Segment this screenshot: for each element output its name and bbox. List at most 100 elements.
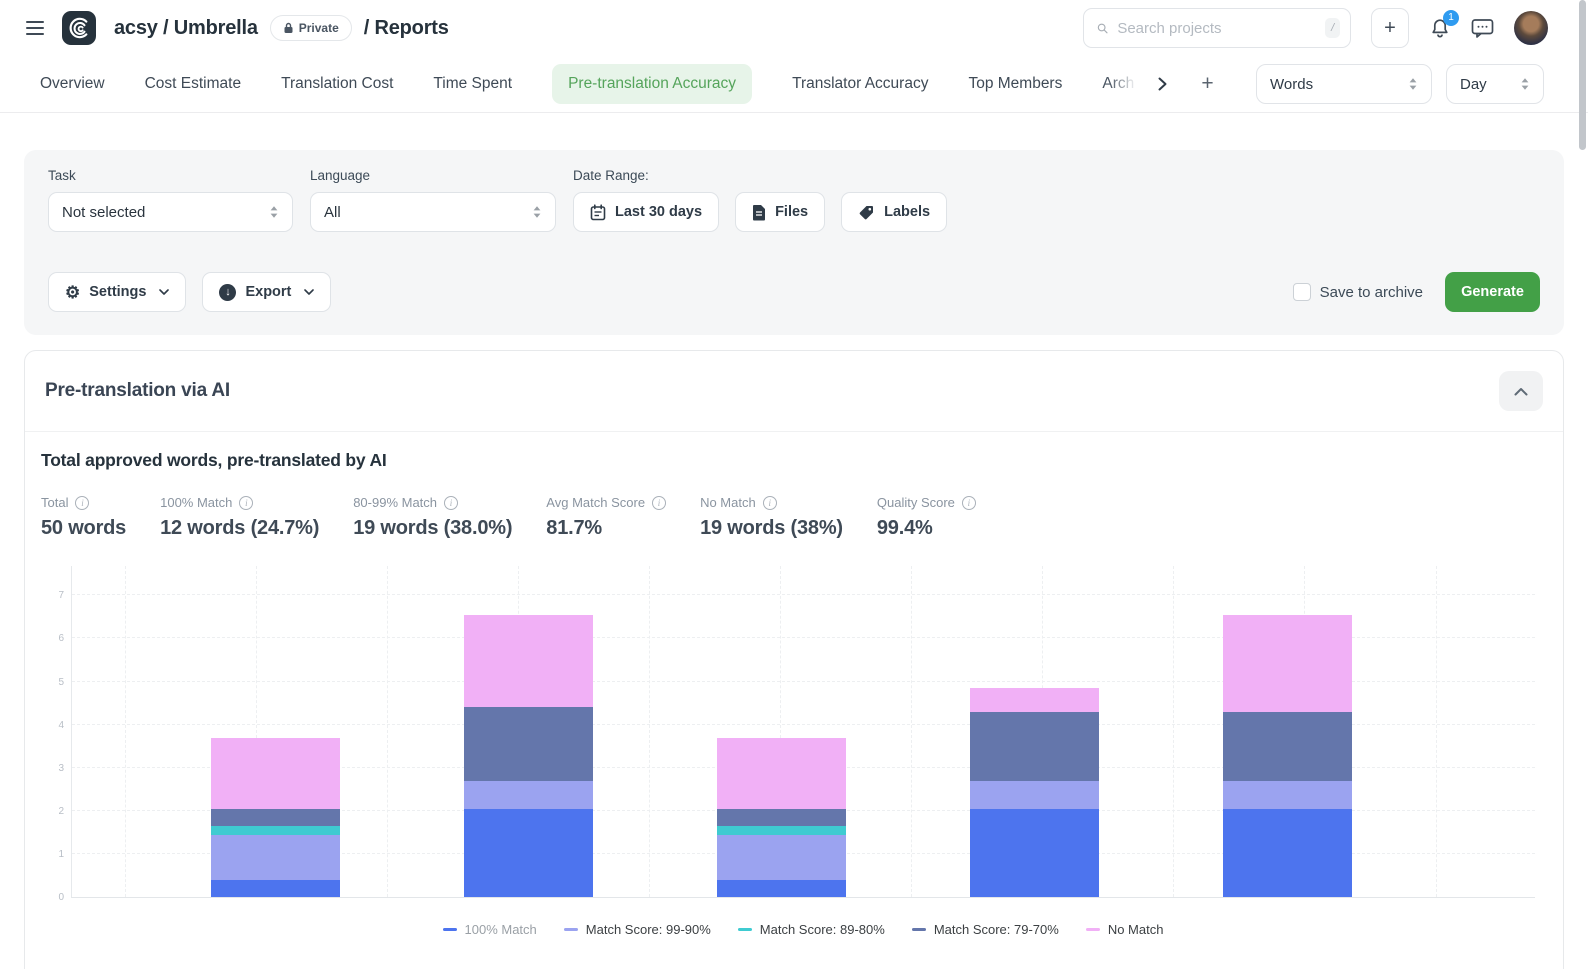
user-avatar[interactable] (1514, 11, 1548, 45)
labels-filter-label: Labels (884, 204, 930, 220)
tab-top-members[interactable]: Top Members (968, 75, 1062, 93)
bar-segment (717, 738, 846, 809)
language-select[interactable]: All (310, 192, 556, 232)
bar-segment (970, 781, 1099, 809)
period-select[interactable]: Day (1446, 64, 1544, 104)
add-report-tab-button[interactable]: + (1201, 72, 1213, 96)
gridline-horizontal (72, 594, 1535, 595)
bar-segment (211, 809, 340, 826)
gear-icon: ⚙ (65, 284, 80, 301)
labels-filter-button[interactable]: Labels (841, 192, 947, 232)
unit-select[interactable]: Words (1256, 64, 1432, 104)
date-range-button[interactable]: Last 30 days (573, 192, 719, 232)
info-icon[interactable]: i (652, 496, 666, 510)
search-shortcut-key: / (1325, 18, 1340, 38)
legend-label: Match Score: 89-80% (760, 922, 885, 937)
gridline-vertical (125, 566, 126, 897)
legend-item[interactable]: Match Score: 89-80% (738, 922, 885, 937)
legend-label: Match Score: 79-70% (934, 922, 1059, 937)
tab-translator-accuracy[interactable]: Translator Accuracy (792, 75, 928, 93)
files-filter-label: Files (775, 204, 808, 220)
bar-segment (464, 707, 593, 780)
lock-icon (283, 22, 294, 34)
bar-segment (1223, 781, 1352, 809)
tab-overview[interactable]: Overview (40, 75, 105, 93)
stat-label: Avg Match Score (546, 495, 645, 510)
bar-segment (717, 809, 846, 826)
tab-translation-cost[interactable]: Translation Cost (281, 75, 393, 93)
legend-item[interactable]: Match Score: 79-70% (912, 922, 1059, 937)
file-icon (752, 204, 766, 221)
chevron-right-icon (1158, 77, 1167, 91)
files-filter-button[interactable]: Files (735, 192, 825, 232)
bar-segment (1223, 712, 1352, 781)
tab-cost-estimate[interactable]: Cost Estimate (145, 75, 241, 93)
settings-dropdown-button[interactable]: ⚙ Settings (48, 272, 186, 312)
stat-label: 100% Match (160, 495, 232, 510)
stat-value: 50 words (41, 517, 126, 540)
search-input[interactable] (1117, 20, 1316, 37)
export-dropdown-button[interactable]: ↓ Export (202, 272, 331, 312)
top-bar: acsy / Umbrella Private / Reports / + (0, 0, 1588, 56)
chevron-up-icon (1514, 387, 1528, 396)
y-axis-tick-label: 7 (42, 590, 64, 601)
breadcrumb-project[interactable]: acsy / Umbrella (114, 17, 258, 40)
bar-segment (717, 826, 846, 835)
save-to-archive-checkbox[interactable] (1293, 283, 1311, 301)
date-range-label: Date Range: (573, 168, 947, 183)
hamburger-menu-icon[interactable] (22, 15, 48, 41)
y-axis-tick-label: 1 (42, 849, 64, 860)
create-project-button[interactable]: + (1371, 8, 1409, 48)
y-axis-tick-label: 5 (42, 677, 64, 688)
tab-time-spent[interactable]: Time Spent (433, 75, 512, 93)
caret-down-icon (304, 289, 314, 295)
info-icon[interactable]: i (962, 496, 976, 510)
stepper-arrows-icon (269, 205, 279, 219)
save-to-archive-option[interactable]: Save to archive (1293, 283, 1423, 301)
top-bar-actions: / + 1 (1083, 8, 1548, 48)
export-icon: ↓ (219, 284, 236, 301)
reports-page: acsy / Umbrella Private / Reports / + (0, 0, 1588, 969)
info-icon[interactable]: i (239, 496, 253, 510)
bar-segment (211, 826, 340, 835)
stacked-bar-chart: 01234567 100% MatchMatch Score: 99-90%Ma… (41, 566, 1547, 937)
stat-label: Quality Score (877, 495, 955, 510)
report-unit-controls: Words Day (1256, 64, 1544, 104)
app-logo[interactable] (62, 11, 96, 45)
task-select[interactable]: Not selected (48, 192, 293, 232)
legend-item[interactable]: No Match (1086, 922, 1164, 937)
legend-dash-icon (738, 928, 752, 931)
tag-icon (858, 204, 875, 221)
bar-segment (970, 688, 1099, 712)
pre-translation-report-card: Pre-translation via AI Total approved wo… (24, 350, 1564, 969)
stacked-bar (464, 615, 593, 897)
collapse-card-button[interactable] (1499, 371, 1543, 411)
gridline-vertical (387, 566, 388, 897)
messages-button[interactable] (1471, 18, 1494, 39)
info-icon[interactable]: i (75, 496, 89, 510)
notifications-button[interactable]: 1 (1429, 17, 1451, 40)
info-icon[interactable]: i (763, 496, 777, 510)
tabs-scroll-right-button[interactable] (1158, 77, 1167, 91)
legend-label: 100% Match (465, 922, 537, 937)
section-title: Total approved words, pre-translated by … (41, 450, 1547, 471)
tab-pre-translation-accuracy[interactable]: Pre-translation Accuracy (552, 64, 752, 104)
task-label: Task (48, 168, 293, 183)
legend-item[interactable]: Match Score: 99-90% (564, 922, 711, 937)
privacy-badge-label: Private (299, 21, 339, 35)
notification-count-badge: 1 (1443, 10, 1459, 26)
stepper-arrows-icon (532, 205, 542, 219)
gridline-vertical (911, 566, 912, 897)
tab-archive-truncated[interactable]: Arch (1102, 75, 1140, 93)
page-scrollbar[interactable] (1579, 0, 1586, 150)
bar-segment (211, 835, 340, 880)
search-box[interactable]: / (1083, 8, 1351, 48)
caret-down-icon (159, 289, 169, 295)
generate-button[interactable]: Generate (1445, 272, 1540, 312)
date-range-value: Last 30 days (615, 204, 702, 220)
task-select-value: Not selected (62, 204, 145, 221)
legend-item[interactable]: 100% Match (443, 922, 537, 937)
info-icon[interactable]: i (444, 496, 458, 510)
export-button-label: Export (245, 284, 291, 300)
stat-value: 19 words (38.0%) (353, 517, 512, 540)
